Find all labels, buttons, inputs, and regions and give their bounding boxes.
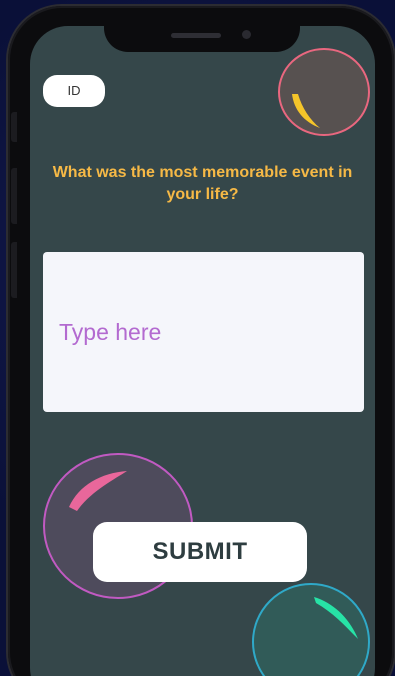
bubble-green-icon bbox=[252, 583, 370, 676]
phone-side-button bbox=[11, 112, 17, 142]
submit-button[interactable]: SUBMIT bbox=[93, 522, 307, 582]
camera-icon bbox=[242, 30, 251, 39]
question-text: What was the most memorable event in you… bbox=[52, 164, 353, 203]
answer-input[interactable] bbox=[43, 252, 364, 412]
id-badge[interactable]: ID bbox=[43, 75, 105, 107]
phone-screen: ID What was the most memorable event in … bbox=[30, 26, 375, 676]
phone-volume-up-button bbox=[11, 168, 17, 224]
bubble-yellow-icon bbox=[278, 48, 370, 136]
speaker-icon bbox=[171, 33, 221, 38]
app-stage: ID What was the most memorable event in … bbox=[0, 0, 395, 676]
phone-volume-down-button bbox=[11, 242, 17, 298]
phone-notch bbox=[104, 26, 300, 52]
